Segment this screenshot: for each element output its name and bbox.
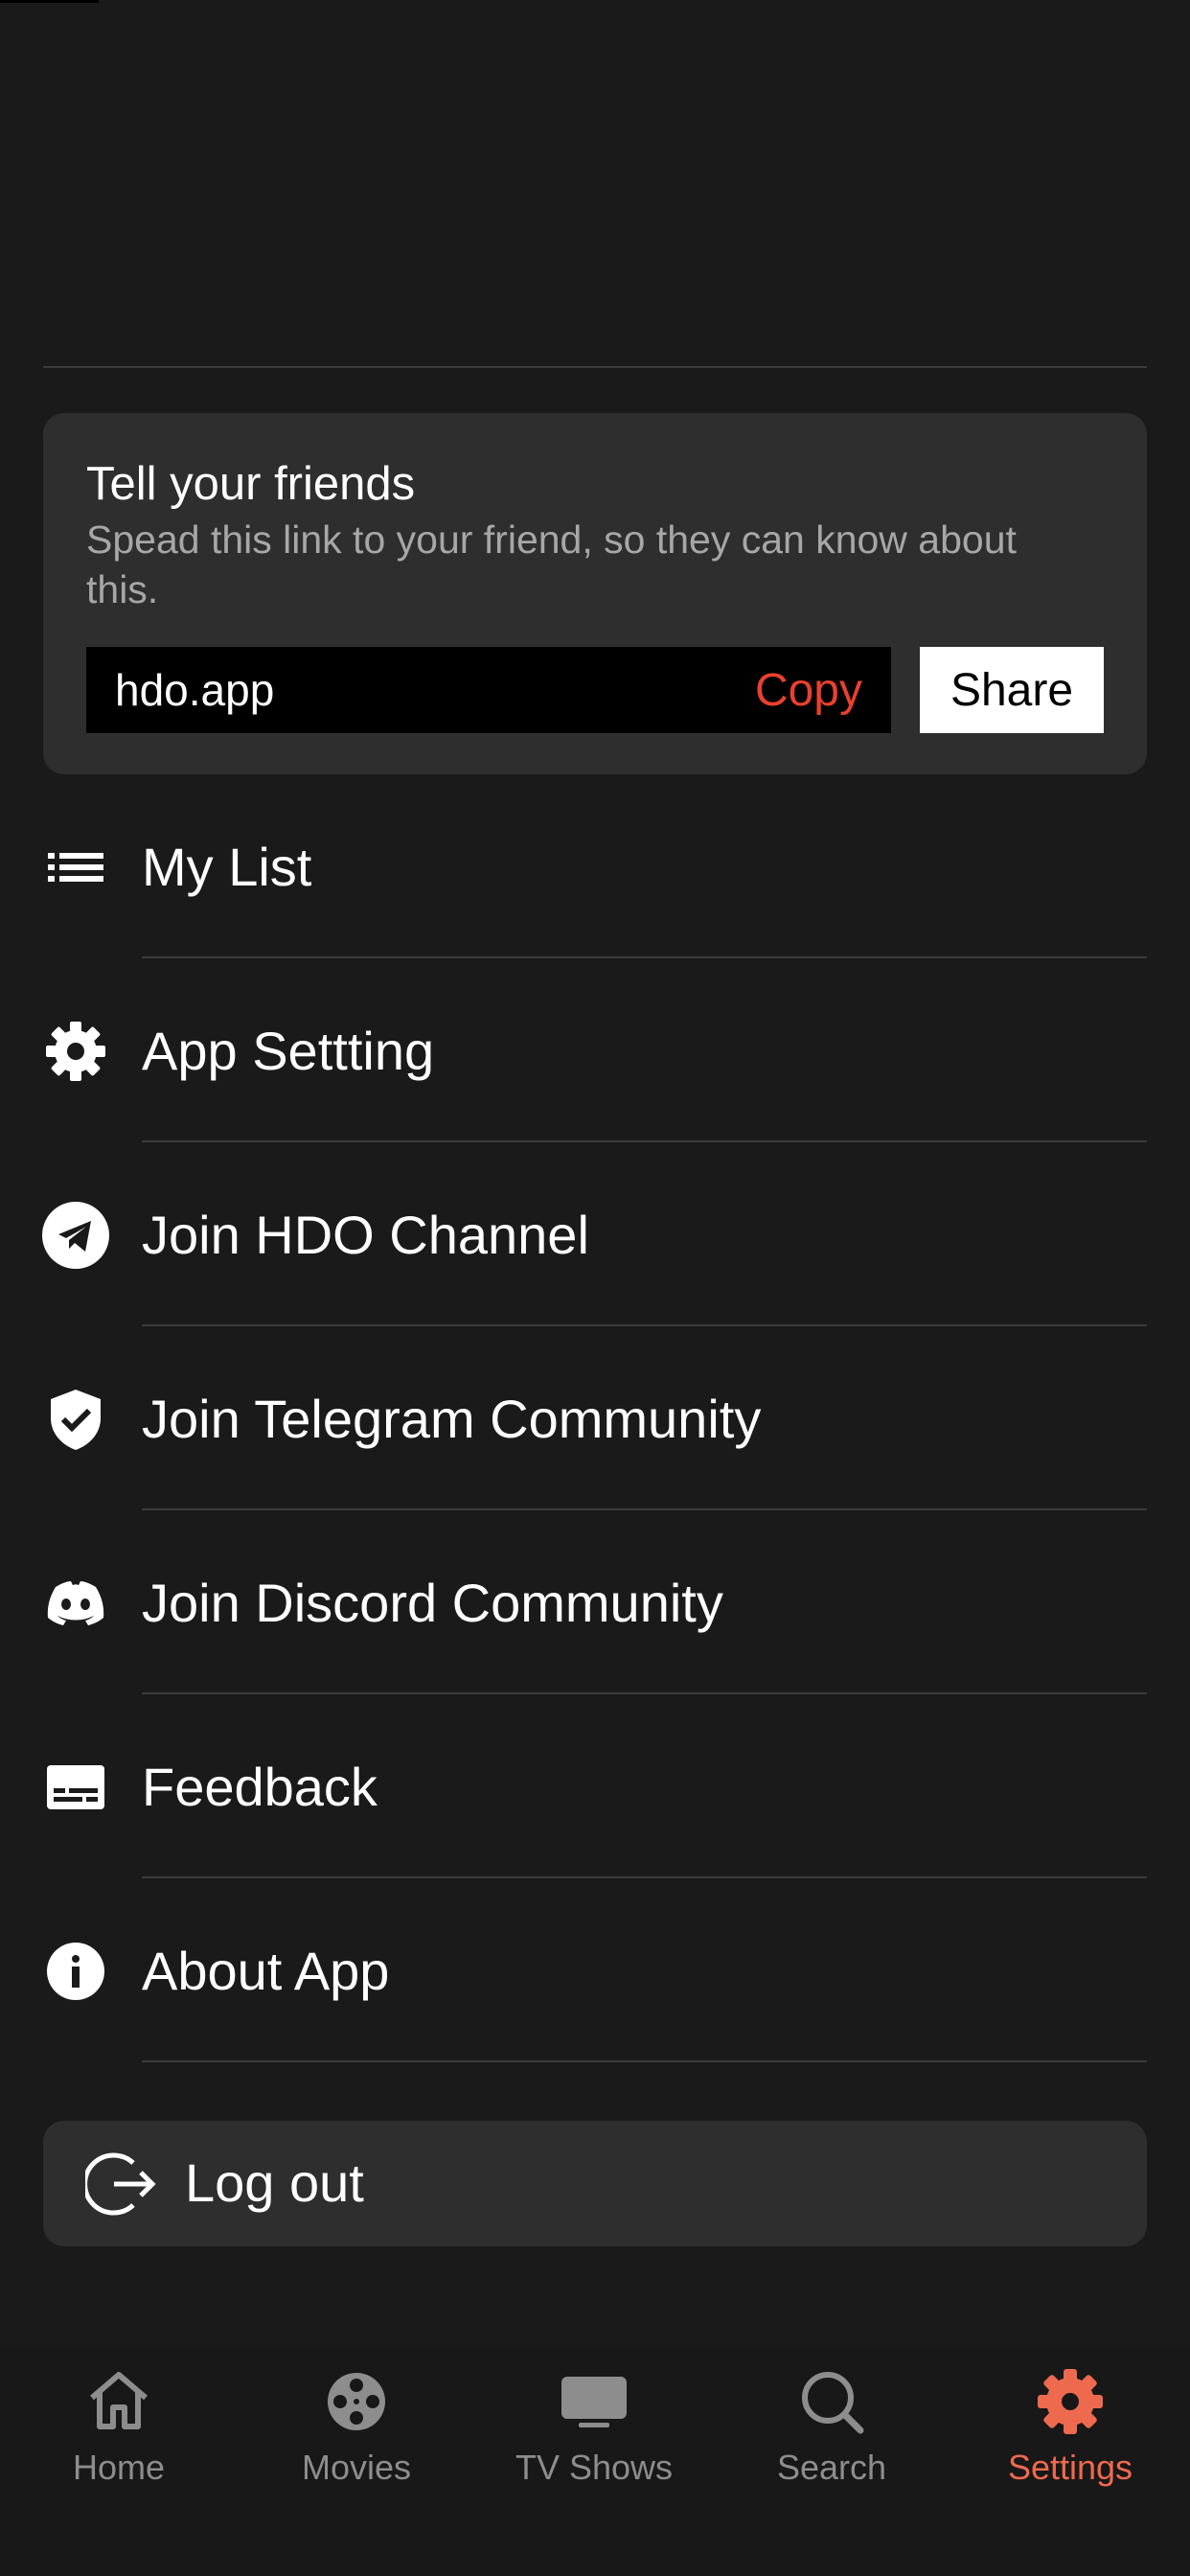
- tab-bar: Home Movies TV Shows Search Settings: [0, 2348, 1190, 2576]
- menu-item-label: About App: [142, 1941, 390, 2001]
- copy-button[interactable]: Copy: [755, 664, 862, 717]
- menu-item-label: Join HDO Channel: [142, 1205, 589, 1265]
- tab-tv-shows[interactable]: TV Shows: [475, 2348, 713, 2520]
- menu-item-app-setting[interactable]: App Settting: [0, 958, 1190, 1142]
- tab-label: Movies: [301, 2448, 412, 2487]
- status-marker: [0, 0, 99, 3]
- shield-check-icon: [42, 1386, 109, 1453]
- search-icon: [793, 2363, 870, 2440]
- menu-item-my-list[interactable]: My List: [0, 774, 1190, 958]
- share-link-row: hdo.app Copy Share: [86, 647, 1104, 733]
- logout-icon: [82, 2150, 157, 2219]
- tab-label: Home: [72, 2448, 166, 2487]
- share-card: Tell your friends Spead this link to you…: [43, 413, 1147, 774]
- share-card-subtitle: Spead this link to your friend, so they …: [86, 518, 1017, 611]
- menu-item-label: Join Discord Community: [142, 1573, 723, 1633]
- discord-icon: [42, 1570, 109, 1637]
- share-card-title: Tell your friends: [86, 458, 416, 510]
- logout-label: Log out: [185, 2152, 364, 2213]
- home-icon: [80, 2363, 157, 2440]
- menu-item-label: My List: [142, 837, 312, 897]
- tab-settings[interactable]: Settings: [950, 2348, 1190, 2520]
- tab-label: TV Shows: [515, 2448, 674, 2487]
- share-button[interactable]: Share: [920, 647, 1104, 733]
- menu-item-join-hdo-channel[interactable]: Join HDO Channel: [0, 1142, 1190, 1326]
- telegram-icon: [42, 1202, 109, 1269]
- share-link-text: hdo.app: [115, 665, 275, 715]
- menu-item-label: App Settting: [142, 1021, 435, 1081]
- menu-item-label: Feedback: [142, 1757, 378, 1817]
- menu-item-label: Join Telegram Community: [142, 1389, 762, 1449]
- share-link-field[interactable]: hdo.app Copy: [86, 647, 891, 733]
- menu-item-feedback[interactable]: Feedback: [0, 1694, 1190, 1878]
- info-icon: [42, 1938, 109, 2005]
- film-reel-icon: [318, 2363, 395, 2440]
- tab-home[interactable]: Home: [0, 2348, 238, 2520]
- menu-item-about-app[interactable]: About App: [0, 1878, 1190, 2062]
- gear-icon: [1032, 2363, 1109, 2440]
- tab-label: Settings: [1007, 2448, 1133, 2487]
- tab-search[interactable]: Search: [713, 2348, 950, 2520]
- subtitles-icon: [42, 1754, 109, 1821]
- tab-label: Search: [776, 2448, 887, 2487]
- list-icon: [42, 834, 109, 901]
- gear-icon: [42, 1018, 109, 1085]
- menu-item-join-telegram-community[interactable]: Join Telegram Community: [0, 1326, 1190, 1510]
- settings-menu: My List App Settting Join HDO Channel Jo…: [0, 774, 1190, 2062]
- tab-movies[interactable]: Movies: [238, 2348, 475, 2520]
- divider: [142, 2060, 1147, 2062]
- logout-button[interactable]: Log out: [43, 2121, 1147, 2246]
- top-divider: [43, 366, 1147, 368]
- menu-item-join-discord-community[interactable]: Join Discord Community: [0, 1510, 1190, 1694]
- tv-icon: [556, 2363, 632, 2440]
